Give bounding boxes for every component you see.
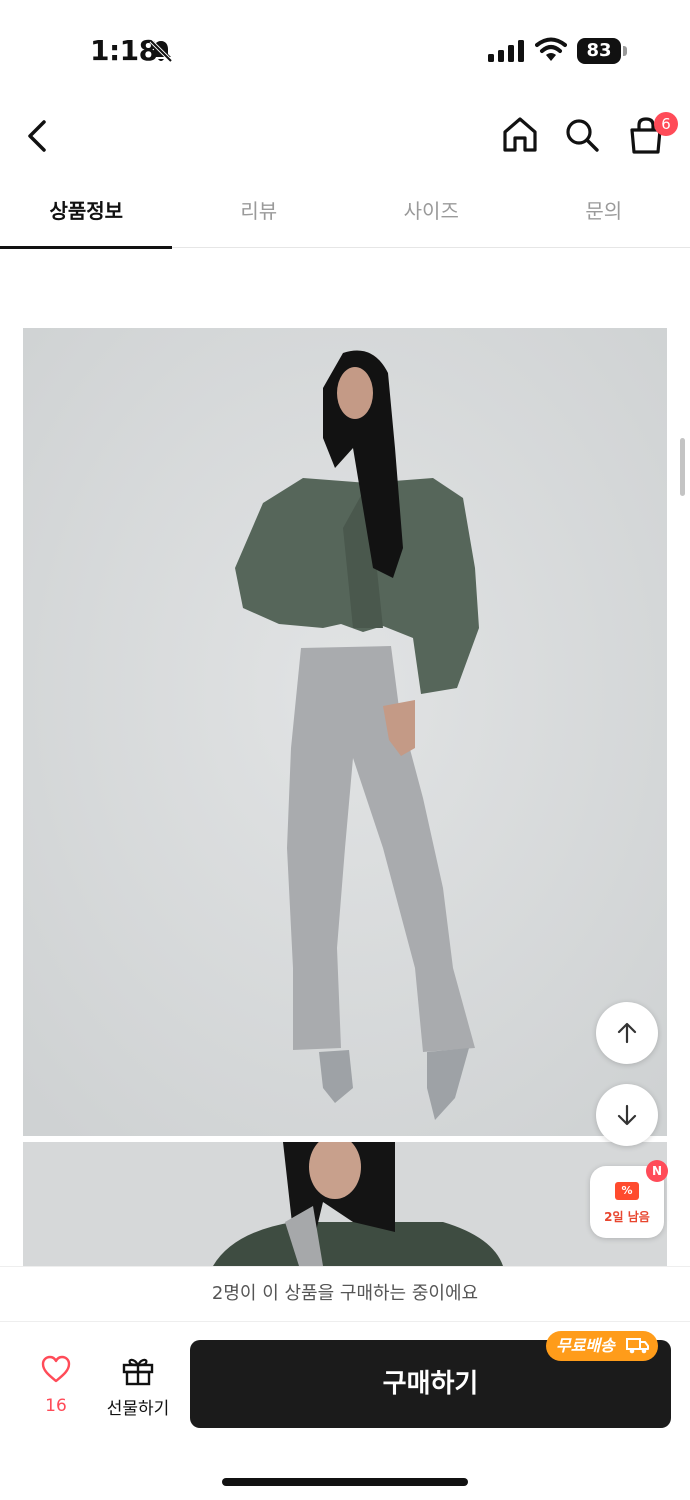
status-bar: 1:18 83: [0, 0, 690, 100]
scrollbar[interactable]: [680, 438, 685, 496]
delivery-truck-icon: [626, 1338, 649, 1354]
arrow-up-icon: [617, 1022, 637, 1044]
scroll-up-button[interactable]: [596, 1002, 658, 1064]
home-indicator[interactable]: [222, 1478, 468, 1486]
free-shipping-label: 무료배송: [556, 1336, 615, 1355]
cellular-signal-icon: [488, 40, 524, 62]
product-image-main: [23, 328, 667, 1136]
gift-icon: [122, 1358, 154, 1386]
gift-label: 선물하기: [106, 1399, 170, 1419]
gift-button[interactable]: 선물하기: [100, 1354, 176, 1420]
free-shipping-badge: 무료배송: [546, 1331, 658, 1361]
wifi-icon: [535, 37, 567, 61]
product-image-secondary: [23, 1142, 667, 1266]
like-count: 16: [45, 1396, 67, 1416]
battery-indicator: 83: [577, 38, 627, 64]
tab-reviews[interactable]: 리뷰: [173, 180, 346, 248]
heart-icon: [41, 1355, 71, 1383]
coupon-icon: %: [615, 1182, 639, 1200]
scroll-down-button[interactable]: [596, 1084, 658, 1146]
arrow-down-icon: [617, 1104, 637, 1126]
top-navigation: [0, 100, 690, 172]
battery-tip: [623, 46, 627, 56]
battery-level: 83: [577, 38, 621, 64]
tab-inquiry[interactable]: 문의: [518, 180, 690, 248]
cart-count-badge: 6: [654, 112, 678, 136]
coupon-new-badge: N: [646, 1160, 668, 1182]
home-icon[interactable]: [500, 114, 540, 156]
like-button[interactable]: 16: [30, 1354, 82, 1420]
product-tabs: 상품정보 리뷰 사이즈 문의: [0, 180, 690, 249]
coupon-remaining-label: 2일 남음: [604, 1210, 650, 1224]
back-icon[interactable]: [20, 114, 56, 158]
search-icon[interactable]: [562, 114, 602, 156]
tab-size[interactable]: 사이즈: [345, 180, 518, 248]
bell-off-icon: [149, 39, 173, 63]
purchase-activity-notice: 2명이 이 상품을 구매하는 중이에요: [0, 1266, 690, 1322]
tab-product-info[interactable]: 상품정보: [0, 180, 173, 249]
